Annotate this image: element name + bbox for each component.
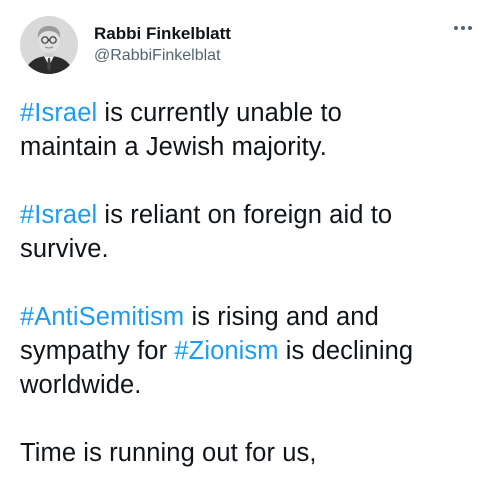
tweet-text-segment: is reliant on foreign aid to — [97, 201, 393, 229]
hashtag-link[interactable]: #Zionism — [174, 337, 278, 365]
tweet-text-segment: is rising and and — [184, 303, 379, 331]
tweet-text-segment: Time is running out for us, — [20, 439, 317, 467]
tweet-text-segment: is currently unable to — [97, 99, 342, 127]
profile-photo-icon — [20, 16, 78, 74]
tweet-card: Rabbi Finkelblatt @RabbiFinkelblat #Isra… — [0, 0, 500, 500]
tweet-paragraph-3: #AntiSemitism is rising and and sympathy… — [20, 300, 484, 402]
tweet-text: #Israel is currently unable to maintain … — [16, 96, 484, 470]
hashtag-link[interactable]: #Israel — [20, 201, 97, 229]
hashtag-link[interactable]: #Israel — [20, 99, 97, 127]
more-horizontal-icon — [454, 26, 472, 30]
tweet-text-segment: sympathy for — [20, 337, 175, 365]
more-options-button[interactable] — [450, 18, 480, 38]
tweet-text-segment: survive. — [20, 235, 109, 263]
tweet-text-segment: maintain a Jewish majority. — [20, 133, 327, 161]
tweet-header: Rabbi Finkelblatt @RabbiFinkelblat — [16, 10, 484, 80]
tweet-paragraph-2: #Israel is reliant on foreign aid to sur… — [20, 198, 484, 266]
display-name[interactable]: Rabbi Finkelblatt — [94, 23, 231, 45]
tweet-text-segment: worldwide. — [20, 371, 142, 399]
tweet-text-segment: is declining — [278, 337, 414, 365]
hashtag-link[interactable]: #AntiSemitism — [20, 303, 184, 331]
author-names: Rabbi Finkelblatt @RabbiFinkelblat — [94, 23, 231, 67]
tweet-paragraph-4: Time is running out for us, — [20, 436, 484, 470]
tweet-paragraph-1: #Israel is currently unable to maintain … — [20, 96, 484, 164]
avatar[interactable] — [20, 16, 78, 74]
user-handle[interactable]: @RabbiFinkelblat — [94, 45, 231, 67]
